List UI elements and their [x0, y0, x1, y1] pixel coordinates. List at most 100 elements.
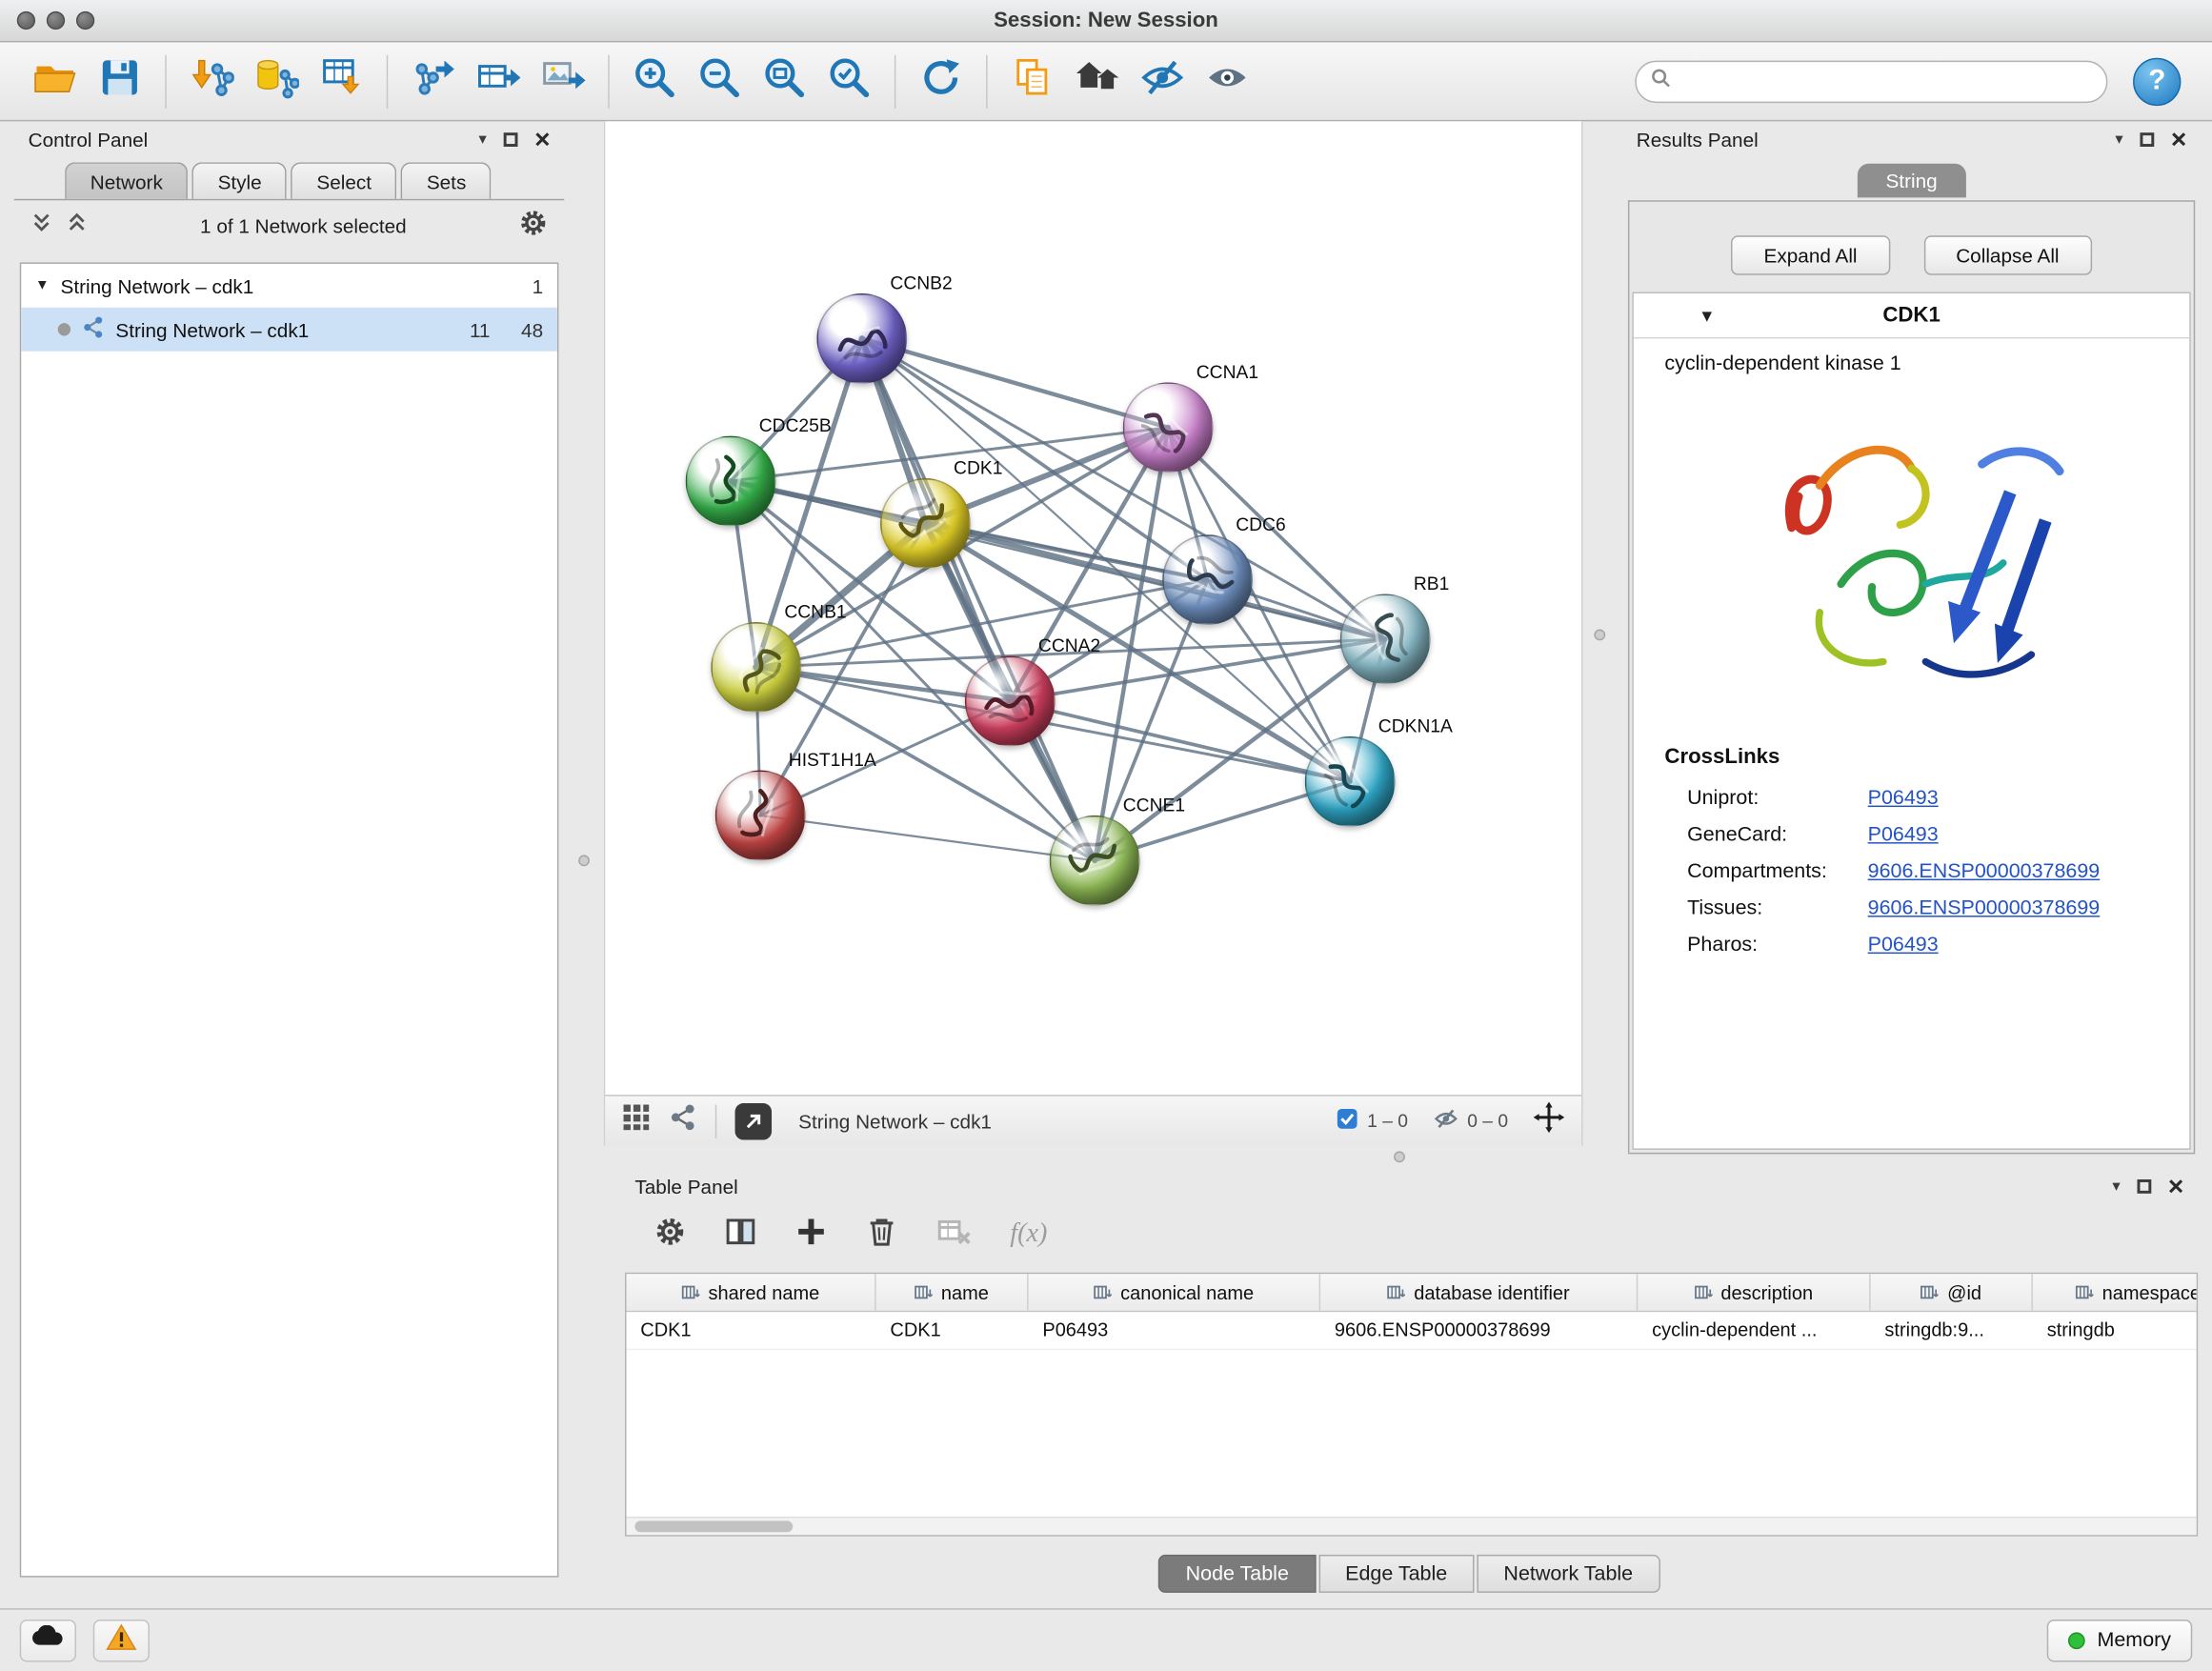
- export-view-button[interactable]: [735, 1102, 773, 1139]
- crosslink-link[interactable]: 9606.ENSP00000378699: [1868, 897, 2101, 920]
- vertical-splitter-handle[interactable]: [578, 855, 590, 866]
- vertical-splitter-handle[interactable]: [1594, 629, 1605, 640]
- float-panel-icon[interactable]: [504, 132, 518, 147]
- network-node-CDC25B[interactable]: [686, 436, 776, 527]
- expand-all-button[interactable]: Expand All: [1732, 235, 1890, 274]
- network-node-CCNB1[interactable]: [711, 622, 801, 713]
- network-node-RB1[interactable]: [1340, 594, 1431, 684]
- tab-sets[interactable]: Sets: [401, 162, 492, 199]
- tab-select[interactable]: Select: [292, 162, 397, 199]
- hide-selected-button[interactable]: [1130, 49, 1195, 113]
- delete-table-icon-disabled[interactable]: [936, 1216, 971, 1254]
- collapse-panel-icon[interactable]: ▾: [479, 131, 487, 147]
- network-node-CCNA1[interactable]: [1123, 382, 1214, 473]
- network-node-CCNB2[interactable]: [816, 293, 907, 384]
- collapse-all-button[interactable]: Collapse All: [1923, 235, 2091, 274]
- birds-eye-view-icon[interactable]: [669, 1103, 697, 1138]
- application-window: Session: New Session ?: [0, 0, 2212, 1670]
- close-window-button[interactable]: [17, 11, 35, 30]
- float-panel-icon[interactable]: [2137, 1179, 2151, 1194]
- memory-button[interactable]: Memory: [2046, 1619, 2192, 1661]
- collapse-all-networks-icon[interactable]: [67, 211, 88, 240]
- hidden-eye-slash-icon[interactable]: [1434, 1107, 1459, 1134]
- pan-crosshair-icon[interactable]: [1534, 1102, 1565, 1140]
- scrollbar-thumb[interactable]: [634, 1520, 793, 1532]
- column-header-namespace[interactable]: namespace: [2033, 1274, 2197, 1311]
- tab-style[interactable]: Style: [192, 162, 287, 199]
- crosslink-link[interactable]: 9606.ENSP00000378699: [1868, 860, 2101, 883]
- column-header-database-identifier[interactable]: database identifier: [1320, 1274, 1638, 1311]
- export-image-button[interactable]: [531, 49, 595, 113]
- table-panel: Table Panel ▾ × f(x) shared namenamecano…: [621, 1168, 2199, 1601]
- help-button[interactable]: ?: [2133, 57, 2181, 105]
- crosslink-link[interactable]: P06493: [1868, 787, 1939, 810]
- network-node-CDK1[interactable]: [880, 478, 971, 569]
- network-node-CCNE1[interactable]: [1050, 815, 1140, 906]
- close-panel-icon[interactable]: ×: [2168, 1173, 2183, 1199]
- network-node-CCNA2[interactable]: [965, 656, 1056, 747]
- table-row[interactable]: CDK1CDK1P064939606.ENSP00000378699cyclin…: [627, 1312, 2197, 1350]
- network-node-CDKN1A[interactable]: [1305, 736, 1396, 827]
- horizontal-splitter-handle[interactable]: [1394, 1151, 1405, 1162]
- tab-string[interactable]: String: [1858, 164, 1965, 198]
- protein-section-header[interactable]: ▼ CDK1: [1634, 293, 2189, 338]
- main-toolbar: ?: [0, 42, 2212, 121]
- table-settings-gear-icon[interactable]: [654, 1216, 686, 1254]
- show-columns-icon[interactable]: [725, 1216, 756, 1254]
- import-network-icon: [189, 55, 233, 108]
- column-header-label: description: [1720, 1281, 1813, 1302]
- network-node-CDC6[interactable]: [1162, 534, 1253, 625]
- column-header-shared-name[interactable]: shared name: [627, 1274, 876, 1311]
- network-canvas[interactable]: CCNB2 CCNA1 CDC25B CDK1 CDC6 RB1 CCNB1 C…: [605, 121, 1581, 1095]
- float-panel-icon[interactable]: [2140, 132, 2154, 147]
- crosslink-link[interactable]: P06493: [1868, 934, 1939, 956]
- zoom-out-button[interactable]: [687, 49, 752, 113]
- delete-column-trash-icon[interactable]: [866, 1216, 897, 1254]
- tab-node-table[interactable]: Node Table: [1159, 1555, 1317, 1593]
- collapse-panel-icon[interactable]: ▾: [2112, 1178, 2120, 1194]
- network-node-HIST1H1A[interactable]: [715, 771, 806, 861]
- search-input[interactable]: [1681, 70, 2092, 92]
- collapse-panel-icon[interactable]: ▾: [2115, 131, 2122, 147]
- function-builder-icon[interactable]: f(x): [1010, 1218, 1047, 1250]
- import-table-button[interactable]: [309, 49, 373, 113]
- add-column-plus-icon[interactable]: [795, 1216, 827, 1254]
- tab-network[interactable]: Network: [65, 162, 188, 199]
- show-all-button[interactable]: [1195, 49, 1259, 113]
- open-session-button[interactable]: [23, 49, 88, 113]
- column-header-description[interactable]: description: [1638, 1274, 1870, 1311]
- save-session-button[interactable]: [88, 49, 152, 113]
- minimize-window-button[interactable]: [47, 11, 65, 30]
- copy-button[interactable]: [1000, 49, 1065, 113]
- column-header--id[interactable]: @id: [1871, 1274, 2033, 1311]
- grid-view-icon[interactable]: [622, 1103, 651, 1138]
- export-network-button[interactable]: [401, 49, 466, 113]
- gear-icon[interactable]: [519, 208, 548, 243]
- horizontal-scrollbar[interactable]: [627, 1517, 2197, 1535]
- export-table-button[interactable]: [466, 49, 531, 113]
- network-row[interactable]: String Network – cdk1 11 48: [21, 308, 557, 352]
- zoom-selected-button[interactable]: [816, 49, 881, 113]
- refresh-view-button[interactable]: [909, 49, 974, 113]
- expand-all-networks-icon[interactable]: [31, 211, 52, 240]
- column-header-canonical-name[interactable]: canonical name: [1029, 1274, 1321, 1311]
- crosslink-link[interactable]: P06493: [1868, 824, 1939, 847]
- disclosure-triangle-icon[interactable]: ▼: [35, 278, 50, 293]
- close-panel-icon[interactable]: ×: [534, 127, 550, 153]
- import-network-database-button[interactable]: [244, 49, 309, 113]
- network-collection-row[interactable]: ▼ String Network – cdk1 1: [21, 264, 557, 308]
- cloud-status-button[interactable]: [20, 1619, 76, 1661]
- zoom-window-button[interactable]: [76, 11, 94, 30]
- memory-label: Memory: [2097, 1629, 2171, 1652]
- tab-edge-table[interactable]: Edge Table: [1318, 1555, 1474, 1593]
- import-network-file-button[interactable]: [179, 49, 244, 113]
- zoom-in-button[interactable]: [622, 49, 687, 113]
- warnings-button[interactable]: [93, 1619, 150, 1661]
- zoom-fit-button[interactable]: [752, 49, 816, 113]
- tab-network-table[interactable]: Network Table: [1477, 1555, 1659, 1593]
- column-header-name[interactable]: name: [876, 1274, 1029, 1311]
- collapse-section-icon[interactable]: ▼: [1699, 306, 1716, 326]
- selected-checkbox-icon[interactable]: [1337, 1107, 1359, 1134]
- close-panel-icon[interactable]: ×: [2171, 127, 2186, 153]
- home-button[interactable]: [1065, 49, 1130, 113]
